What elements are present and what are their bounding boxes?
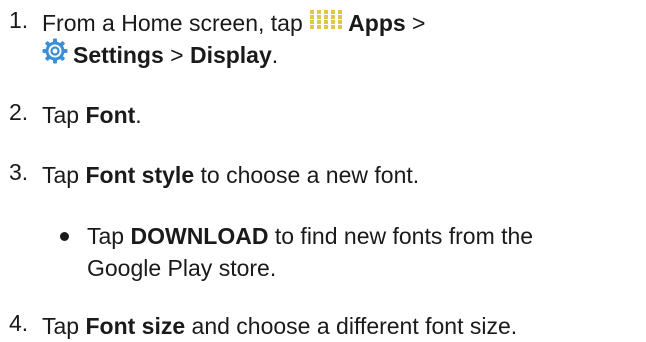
apps-label: Apps [348, 10, 406, 36]
step-1-line-2: Settings > Display. [42, 38, 425, 72]
step-1-line-1: From a Home screen, tap Apps > [42, 7, 425, 39]
step-number: 4. [9, 310, 29, 336]
step-number: 1. [9, 7, 29, 33]
step-4-post: and choose a different font size. [185, 313, 518, 339]
step-1-end: . [271, 42, 279, 68]
settings-label: Settings [73, 42, 164, 68]
step-3-post: to choose a new font. [194, 162, 420, 188]
step-text: Tap Font size and choose a different fon… [42, 310, 517, 342]
step-4-pre: Tap [42, 313, 86, 339]
bullet-line-2: Google Play store. [87, 255, 277, 281]
separator: > [163, 42, 190, 68]
step-number: 3. [9, 159, 29, 185]
settings-gear-icon [42, 38, 68, 72]
step-text: Tap Font style to choose a new font. [42, 159, 419, 191]
bullet-pre: Tap [87, 223, 131, 249]
bullet-line-1: Tap DOWNLOAD to find new fonts from the [87, 220, 533, 252]
display-label: Display [189, 42, 272, 68]
font-size-label: Font size [85, 313, 186, 339]
bullet-dot-icon [60, 232, 69, 241]
step-2-pre: Tap [42, 102, 86, 128]
step-1-pre: From a Home screen, tap [42, 10, 310, 36]
bullet-post: to find new fonts from the [268, 223, 534, 249]
font-style-label: Font style [85, 162, 195, 188]
apps-grid-icon [309, 7, 343, 39]
step-text: Tap Font. [42, 99, 142, 131]
font-label: Font [85, 102, 136, 128]
step-1-post: > [405, 10, 426, 36]
step-3-pre: Tap [42, 162, 86, 188]
bullet-text: Tap DOWNLOAD to find new fonts from the … [87, 220, 533, 284]
step-2-post: . [135, 102, 142, 128]
step-text: From a Home screen, tap Apps > Settings … [42, 7, 425, 71]
download-label: DOWNLOAD [130, 223, 269, 249]
step-number: 2. [9, 99, 29, 125]
